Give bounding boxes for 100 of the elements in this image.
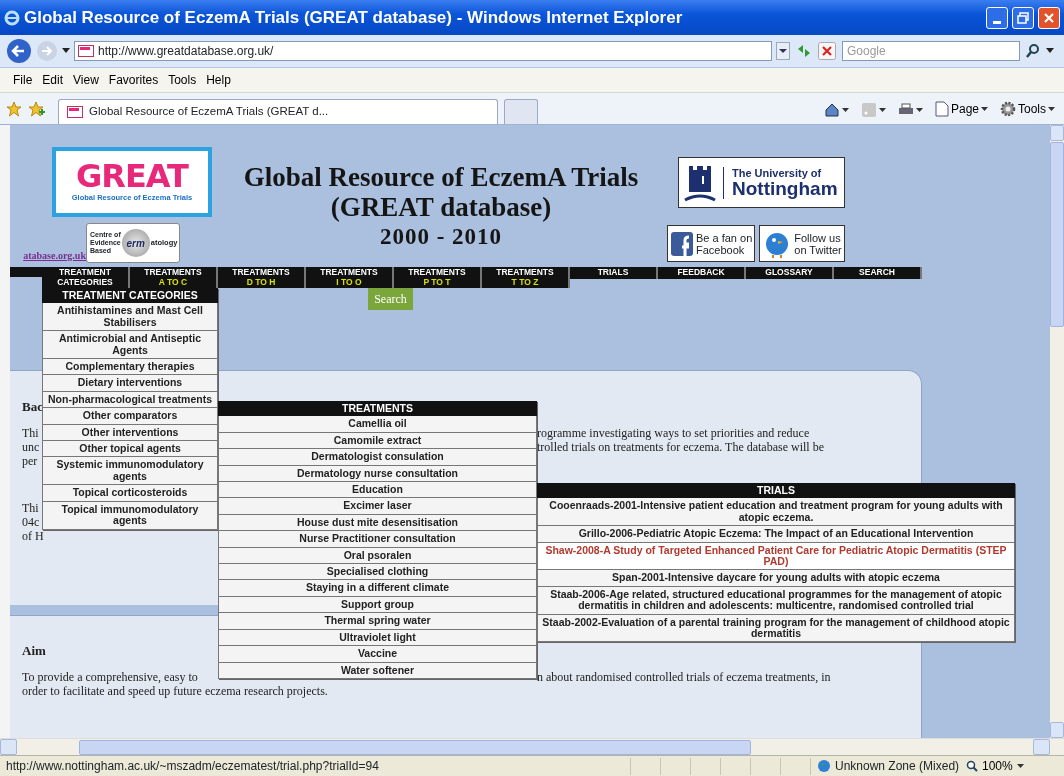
magnifier-icon <box>966 760 978 772</box>
body-text: n about randomised controlled trials of eczema treatments, in <box>537 670 831 684</box>
facebook-button[interactable]: Be a fan on Facebook <box>667 225 756 262</box>
site-title: 2000 - 2010 <box>378 223 504 251</box>
body-text: of H <box>22 529 44 543</box>
restore-icon <box>1017 11 1029 24</box>
caret-icon <box>1048 106 1055 112</box>
menu-item[interactable]: Systemic immunomodulatory agents <box>42 457 218 486</box>
window-title: Global Resource of EczemA Trials (GREAT database) - Windows Internet Explorer <box>24 6 683 29</box>
body-text: order to facilitate and speed up future eczema research projects. <box>22 684 328 698</box>
menu-item[interactable]: Tools <box>163 71 202 89</box>
caret-icon <box>1016 763 1024 769</box>
menu-item[interactable]: Staab-2006-Age related, structured educational programmes for the management of atopic dermatitis in children and adolescents: multicentre, randomised controlled trial <box>537 586 1015 615</box>
gear-icon <box>1000 101 1016 117</box>
menu-heading: TREATMENTS <box>218 401 537 417</box>
vertical-scrollbar[interactable] <box>1050 125 1064 738</box>
caret-icon <box>841 107 849 113</box>
menu-item[interactable]: Dermatologist consulation <box>218 449 537 466</box>
body-text: per <box>22 454 38 468</box>
menu-heading: TRIALS <box>537 483 1015 499</box>
menu-item[interactable]: Complementary therapies <box>42 359 218 376</box>
menu-item[interactable]: Cooenraads-2001-Intensive patient education and treatment program for young adults with atopic eczema. <box>537 498 1015 527</box>
zoom-button[interactable]: 100% <box>960 757 1030 775</box>
nav-menu-item[interactable]: TREATMENTS A TO C <box>130 267 218 288</box>
menu-item[interactable]: Help <box>201 71 236 89</box>
menu-item[interactable]: Span-2001-Intensive daycare for young adults with atopic eczema <box>537 570 1015 587</box>
stop-icon[interactable] <box>818 42 836 60</box>
menu-item[interactable]: Antimicrobial and Antiseptic Agents <box>42 331 218 360</box>
menu-item[interactable]: Nurse Practitioner consultation <box>218 531 537 548</box>
home-icon <box>823 102 840 118</box>
body-text: To provide a comprehensive, easy to <box>22 670 198 684</box>
nav-menu-item[interactable]: GLOSSARY <box>746 267 834 279</box>
minimize-icon <box>993 20 1001 24</box>
menu-item[interactable]: Shaw-2008-A Study of Targeted Enhanced Patient Care for Pediatric Atopic Dermatitis (STEP PAD) <box>537 542 1015 571</box>
nav-menu-item[interactable]: SEARCH <box>834 267 922 279</box>
menu-item[interactable]: Topical immunomodulatory agents <box>42 501 218 530</box>
page-favicon-icon <box>67 106 83 118</box>
nav-menu-item[interactable]: TREATMENTS I TO O <box>306 267 394 288</box>
caret-icon <box>915 107 923 113</box>
site-link[interactable]: atabase.org.uk <box>10 248 86 263</box>
nav-menu-item[interactable]: TREATMENTS D TO H <box>218 267 306 288</box>
horizontal-scrollbar[interactable] <box>0 738 1064 755</box>
section-heading: Bac <box>22 400 43 414</box>
menu-item[interactable]: Camellia oil <box>218 416 537 433</box>
page-icon <box>934 101 949 117</box>
nav-menu-item[interactable]: FEEDBACK <box>658 267 746 279</box>
menu-item[interactable]: Other comparators <box>42 408 218 425</box>
university-logo[interactable]: The University of Nottingham <box>678 157 845 208</box>
menu-item[interactable]: Staying in a different climate <box>218 580 537 597</box>
menu-item[interactable]: Topical corticosteroids <box>42 485 218 502</box>
nav-menu-item[interactable]: TREATMENTS P TO T <box>394 267 482 288</box>
section-heading: Aim <box>22 644 46 658</box>
body-text: rogramme investigating ways to set priorities and reduce <box>537 426 810 440</box>
page-menu-button[interactable]: Page <box>931 100 991 118</box>
caret-icon[interactable] <box>1046 48 1054 54</box>
menu-item[interactable]: File <box>8 71 38 89</box>
search-icon <box>1024 42 1042 60</box>
minimize-button[interactable] <box>986 6 1008 29</box>
body-text: 04c <box>22 515 40 529</box>
menu-item[interactable]: Specialised clothing <box>218 564 537 581</box>
back-button[interactable] <box>6 38 32 64</box>
caret-icon[interactable] <box>62 48 70 54</box>
menu-item[interactable]: Other topical agents <box>42 441 218 458</box>
restore-button[interactable] <box>1012 6 1034 29</box>
search-button[interactable] <box>1024 42 1042 60</box>
nav-menu-item[interactable]: TREATMENTS T TO Z <box>482 267 570 288</box>
site-title: (GREAT database) <box>329 192 553 222</box>
nav-menu-item[interactable]: TRIALS <box>570 267 658 279</box>
menu-item[interactable]: Dietary interventions <box>42 375 218 392</box>
body-text: trolled trials on treatments for eczema. The database will be <box>537 440 824 454</box>
menu-item[interactable]: Education <box>218 482 537 499</box>
nav-menu-item[interactable]: TREATMENT CATEGORIES <box>42 267 130 288</box>
browser-tab[interactable]: Global Resource of EczemA Trials (GREAT d... <box>58 99 498 124</box>
menu-item[interactable]: Thermal spring water <box>218 613 537 630</box>
menu-item[interactable]: Grillo-2006-Pediatric Atopic Eczema: The Impact of an Educational Intervention <box>537 526 1015 543</box>
caret-icon <box>981 106 988 112</box>
body-text: Thi <box>22 501 39 515</box>
globe-icon <box>817 759 831 773</box>
close-icon <box>1043 11 1055 24</box>
site-title: Global Resource of EczemA Trials <box>242 162 640 192</box>
menu-item[interactable]: View <box>68 71 104 89</box>
address-field[interactable]: http://www.greatdatabase.org.uk/ <box>74 41 772 61</box>
body-text: Thi <box>22 426 39 440</box>
menu-item[interactable]: Staab-2002-Evaluation of a parental training program for the management of childhood atopic dermatitis <box>537 614 1015 643</box>
menu-item[interactable]: Edit <box>37 71 69 89</box>
menu-item[interactable]: Vaccine <box>218 646 537 663</box>
star-icon[interactable] <box>6 101 22 117</box>
twitter-button[interactable]: Follow us on Twitter <box>759 225 845 262</box>
menu-item[interactable]: Excimer laser <box>218 498 537 515</box>
menu-item[interactable]: Antihistamines and Mast Cell Stabilisers <box>42 303 218 332</box>
add-favorite-icon[interactable] <box>28 101 46 117</box>
menu-item[interactable]: Favorites <box>103 71 164 89</box>
search-field[interactable]: Google <box>842 41 1020 61</box>
tools-menu-button[interactable]: Tools <box>997 100 1058 118</box>
menu-heading: TREATMENT CATEGORIES <box>42 288 218 304</box>
facebook-icon <box>670 229 694 258</box>
status-url: http://www.nottingham.ac.uk/~mszadm/eczematest/trial.php?trialId=94 <box>5 758 380 775</box>
close-button[interactable] <box>1038 6 1060 29</box>
security-zone: Unknown Zone (Mixed) <box>835 758 960 775</box>
page-favicon-icon <box>78 45 94 57</box>
